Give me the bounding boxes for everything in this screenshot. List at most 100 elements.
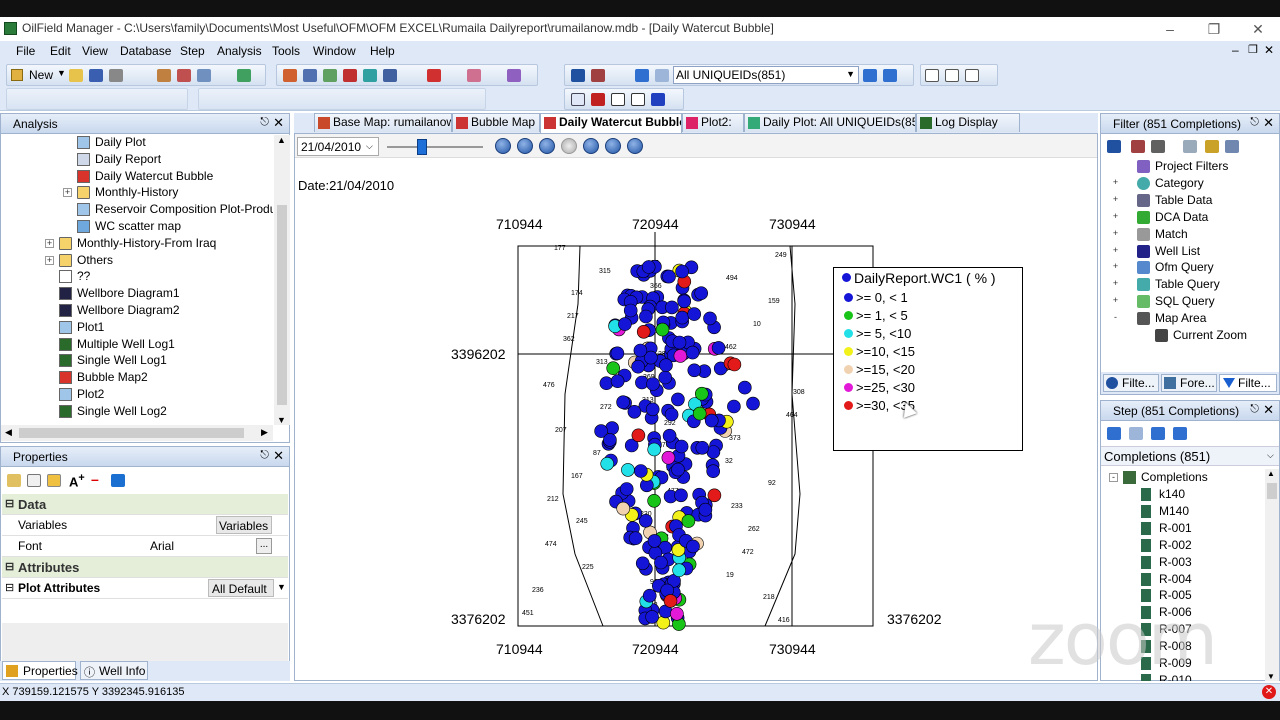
menu-view[interactable]: View <box>82 44 108 58</box>
font-picker-button[interactable]: ... <box>256 538 272 554</box>
document-tab[interactable]: Plot2: <box>682 113 744 132</box>
sigma-icon[interactable] <box>611 93 625 106</box>
pin-icon[interactable]: ⎋ <box>1250 403 1259 416</box>
well-bubble[interactable] <box>633 464 648 478</box>
menu-step[interactable]: Step <box>180 44 205 58</box>
expand-icon[interactable]: + <box>1111 194 1120 205</box>
next-icon[interactable] <box>863 69 877 82</box>
well-bubble[interactable] <box>685 345 700 360</box>
property-plot-attributes[interactable]: ⊟ Plot Attributes All Default ▼ <box>2 578 288 599</box>
expand-icon[interactable]: + <box>1111 279 1120 289</box>
well-bubble[interactable] <box>599 376 614 390</box>
property-font[interactable]: Font Arial ... <box>2 536 288 557</box>
analysis-vscroll[interactable]: ▲ ▼ <box>274 135 290 425</box>
expand-icon[interactable]: + <box>1111 228 1120 239</box>
scroll-thumb[interactable] <box>277 205 287 405</box>
well-bubble[interactable] <box>645 402 660 417</box>
well-bubble[interactable] <box>671 462 685 477</box>
well-bubble[interactable] <box>687 307 702 321</box>
scroll-thumb[interactable] <box>1267 483 1277 499</box>
well-bubble[interactable] <box>694 286 709 300</box>
filter-clear-icon[interactable] <box>591 69 605 82</box>
well-bubble[interactable] <box>610 374 625 388</box>
close-icon[interactable]: ✕ <box>273 448 284 464</box>
mdi-minimize-icon[interactable]: – <box>1232 43 1239 57</box>
pin-icon[interactable]: ⎋ <box>260 449 269 462</box>
open-icon[interactable] <box>69 69 83 82</box>
filter-clear-icon[interactable] <box>1131 140 1145 153</box>
well-bubble[interactable] <box>647 534 662 548</box>
well-bubble[interactable] <box>639 309 653 324</box>
log-icon[interactable] <box>383 69 397 82</box>
expand-icon[interactable]: + <box>45 255 54 265</box>
alphabetical-icon[interactable] <box>27 474 41 487</box>
well-bubble[interactable] <box>664 407 679 422</box>
add-attribute-icon[interactable]: A+ <box>69 472 85 489</box>
first-icon[interactable] <box>1107 427 1121 440</box>
tab-properties[interactable]: Properties <box>2 661 78 680</box>
properties-category-data[interactable]: ⊟ Data <box>2 494 288 515</box>
categorized-icon[interactable] <box>7 474 21 487</box>
well-bubble[interactable] <box>671 392 685 407</box>
well-bubble[interactable] <box>645 610 659 624</box>
well-bubble[interactable] <box>674 439 689 454</box>
search-icon[interactable] <box>197 69 211 82</box>
close-icon[interactable]: ✕ <box>1263 115 1274 131</box>
well-bubble[interactable] <box>703 311 717 326</box>
menu-database[interactable]: Database <box>120 44 171 58</box>
minimize-button[interactable]: – <box>1150 19 1190 39</box>
variables-button[interactable]: Variables <box>216 516 272 534</box>
print-icon[interactable] <box>109 69 123 82</box>
well-bubble[interactable] <box>662 428 677 443</box>
plot-icon[interactable] <box>323 69 337 82</box>
expand-icon[interactable]: + <box>1111 262 1120 272</box>
close-button[interactable]: ✕ <box>1238 19 1278 39</box>
pin-icon[interactable]: ⎋ <box>260 116 269 129</box>
map-legend[interactable]: DailyReport.WC1 ( % ) >= 0, < 1 >= 1, < 5… <box>833 267 1023 451</box>
filter-icon[interactable] <box>1151 140 1165 153</box>
scatter-icon[interactable] <box>467 69 481 82</box>
grid-map-icon[interactable] <box>363 69 377 82</box>
menu-help[interactable]: Help <box>370 44 395 58</box>
plot-attributes-select[interactable]: All Default <box>208 579 274 597</box>
image-icon[interactable] <box>965 69 979 82</box>
expand-icon[interactable]: + <box>63 188 72 198</box>
completions-combo[interactable]: Completions (851) ⌵ <box>1101 446 1279 466</box>
well-bubble[interactable] <box>636 325 651 339</box>
well-bubble[interactable] <box>654 555 668 570</box>
mdi-close-icon[interactable]: ✕ <box>1264 43 1274 57</box>
document-tab[interactable]: Log Display <box>916 113 1020 132</box>
new-button[interactable]: New <box>29 68 53 82</box>
well-bubble[interactable] <box>737 380 752 395</box>
properties-category-attributes[interactable]: ⊟ Attributes <box>2 557 288 578</box>
expand-icon[interactable]: + <box>1111 245 1120 256</box>
mdi-restore-icon[interactable]: ❐ <box>1248 43 1258 56</box>
next-icon[interactable] <box>1151 427 1165 440</box>
scroll-down-icon[interactable]: ▼ <box>1267 672 1275 681</box>
document-tab[interactable]: Bubble Map <box>452 113 540 132</box>
well-bubble[interactable] <box>661 450 676 465</box>
well-bubble[interactable] <box>616 395 630 410</box>
well-bubble[interactable] <box>674 488 688 503</box>
close-icon[interactable]: ✕ <box>1263 402 1274 418</box>
expand-icon[interactable]: - <box>1111 313 1120 323</box>
pin-icon[interactable]: ⎋ <box>1250 116 1259 129</box>
well-bubble[interactable] <box>694 386 709 401</box>
document-tab[interactable]: Daily Plot: All UNIQUEIDs(851) <box>744 113 916 132</box>
analysis-hscroll[interactable]: ◀ ▶ <box>1 425 273 441</box>
hscroll-thumb[interactable] <box>19 428 244 438</box>
expand-icon[interactable]: + <box>1111 177 1120 188</box>
close-icon[interactable]: ✕ <box>273 115 284 131</box>
collapse-icon[interactable]: ⊟ <box>5 581 14 594</box>
document-tab[interactable]: Base Map: rumailanow <box>314 113 452 132</box>
edit-filter-icon[interactable] <box>1225 140 1239 153</box>
well-bubble[interactable] <box>673 349 688 363</box>
tab-well-info[interactable]: ⓘ Well Info <box>80 661 148 680</box>
prev-icon[interactable] <box>1129 427 1143 440</box>
well-bubble[interactable] <box>695 440 710 455</box>
tab-filter-2[interactable]: Filte... <box>1219 374 1277 392</box>
well-bubble[interactable] <box>631 359 645 374</box>
collapse-icon[interactable]: ⊟ <box>5 560 14 573</box>
remove-icon[interactable]: – <box>91 471 99 487</box>
scroll-up-icon[interactable]: ▲ <box>277 135 286 145</box>
